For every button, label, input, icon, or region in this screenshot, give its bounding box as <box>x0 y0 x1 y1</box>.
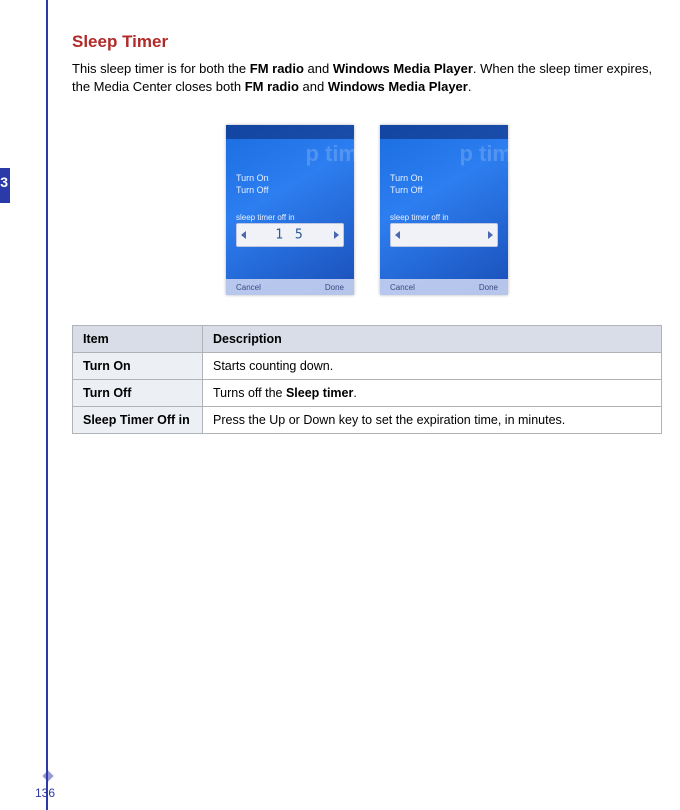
chapter-tab: 3 <box>0 168 10 203</box>
arrow-left-icon <box>241 231 246 239</box>
intro-text: This sleep timer is for both the <box>72 61 250 76</box>
description-table: Item Description Turn On Starts counting… <box>72 325 662 434</box>
margin-divider <box>46 0 48 810</box>
page-content: Sleep Timer This sleep timer is for both… <box>72 32 662 434</box>
table-row: Sleep Timer Off in Press the Up or Down … <box>73 407 662 434</box>
header-description: Description <box>203 326 662 353</box>
intro-bold: FM radio <box>250 61 304 76</box>
sleep-timer-ghost-text: p tim <box>459 141 512 167</box>
phone-menu-item: Turn Off <box>390 185 423 195</box>
arrow-right-icon <box>488 231 493 239</box>
intro-bold: Windows Media Player <box>328 79 468 94</box>
screenshot-left: p tim Turn On Turn Off sleep timer off i… <box>226 125 354 295</box>
footer-diamond-icon <box>42 770 53 781</box>
sleep-timer-ghost-text: p tim <box>305 141 358 167</box>
table-row: Turn Off Turns off the Sleep timer. <box>73 380 662 407</box>
softkey-right: Done <box>325 283 344 292</box>
phone-softkey-bar: Cancel Done <box>226 279 354 295</box>
softkey-right: Done <box>479 283 498 292</box>
slider-box <box>390 223 498 247</box>
slider-box: 1 5 <box>236 223 344 247</box>
slider-label: sleep timer off in <box>390 213 498 222</box>
arrow-right-icon <box>334 231 339 239</box>
softkey-left: Cancel <box>390 283 415 292</box>
cell-item: Turn On <box>73 353 203 380</box>
header-item: Item <box>73 326 203 353</box>
intro-text: and <box>299 79 328 94</box>
slider-value: 1 5 <box>275 228 304 243</box>
phone-menu-item: Turn Off <box>236 185 269 195</box>
left-margin-rail: 3 136 <box>0 0 50 810</box>
cell-item: Sleep Timer Off in <box>73 407 203 434</box>
table-header-row: Item Description <box>73 326 662 353</box>
table-row: Turn On Starts counting down. <box>73 353 662 380</box>
cell-desc: Turns off the Sleep timer. <box>203 380 662 407</box>
chapter-tab-label: 3 <box>0 174 8 190</box>
intro-bold: FM radio <box>245 79 299 94</box>
page-number: 136 <box>35 786 55 800</box>
phone-statusbar <box>380 125 508 139</box>
slider-label: sleep timer off in <box>236 213 344 222</box>
screenshot-row: p tim Turn On Turn Off sleep timer off i… <box>72 125 662 295</box>
arrow-left-icon <box>395 231 400 239</box>
phone-softkey-bar: Cancel Done <box>380 279 508 295</box>
intro-text: and <box>304 61 333 76</box>
intro-paragraph: This sleep timer is for both the FM radi… <box>72 60 662 95</box>
intro-text: . <box>468 79 472 94</box>
cell-item: Turn Off <box>73 380 203 407</box>
phone-menu-item: Turn On <box>236 173 269 183</box>
phone-menu-item: Turn On <box>390 173 423 183</box>
softkey-left: Cancel <box>236 283 261 292</box>
section-heading: Sleep Timer <box>72 32 662 52</box>
screenshot-right: p tim Turn On Turn Off sleep timer off i… <box>380 125 508 295</box>
phone-statusbar <box>226 125 354 139</box>
cell-desc: Starts counting down. <box>203 353 662 380</box>
cell-desc: Press the Up or Down key to set the expi… <box>203 407 662 434</box>
intro-bold: Windows Media Player <box>333 61 473 76</box>
